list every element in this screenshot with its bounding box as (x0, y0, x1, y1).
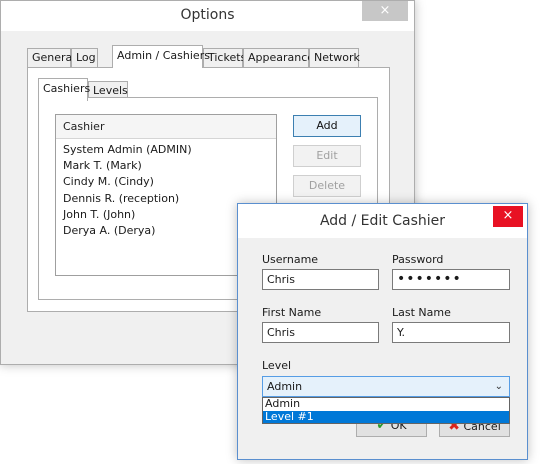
tab-admin-cashiers[interactable]: Admin / Cashiers (112, 45, 210, 68)
level-option-level-1[interactable]: Level #1 (263, 410, 509, 423)
password-field[interactable]: ••••••• (392, 269, 510, 290)
tab-log[interactable]: Log (71, 48, 98, 67)
add-edit-cashier-dialog: Add / Edit Cashier × Username Chris Pass… (237, 203, 528, 460)
first-name-label: First Name (262, 306, 322, 319)
dialog-title: Add / Edit Cashier (319, 213, 446, 229)
username-label: Username (262, 253, 319, 266)
options-close-button[interactable]: × (362, 1, 408, 21)
tab-network[interactable]: Network (309, 48, 360, 67)
edit-button[interactable]: Edit (293, 145, 361, 167)
first-name-field[interactable]: Chris (262, 322, 379, 343)
password-label: Password (392, 253, 444, 266)
username-field[interactable]: Chris (262, 269, 379, 290)
level-option-admin[interactable]: Admin (263, 398, 509, 411)
tab-appearance[interactable]: Appearance (243, 48, 314, 67)
delete-button[interactable]: Delete (293, 175, 361, 197)
level-selected-value: Admin (267, 380, 303, 393)
list-item[interactable]: System Admin (ADMIN) (63, 142, 276, 158)
cashier-column-header[interactable]: Cashier (56, 115, 276, 139)
dialog-titlebar[interactable]: Add / Edit Cashier × (238, 204, 527, 238)
tab-general[interactable]: General (27, 48, 75, 67)
chevron-down-icon[interactable]: ⌄ (495, 377, 503, 396)
level-dropdown-list[interactable]: Admin Level #1 (262, 397, 510, 424)
options-title: Options (180, 7, 235, 23)
add-button[interactable]: Add (293, 115, 361, 137)
options-titlebar[interactable]: Options × (1, 1, 414, 31)
list-item[interactable]: Mark T. (Mark) (63, 158, 276, 174)
subtab-cashiers[interactable]: Cashiers (38, 78, 90, 101)
level-label: Level (262, 359, 292, 372)
last-name-field[interactable]: Y. (392, 322, 510, 343)
last-name-label: Last Name (392, 306, 451, 319)
dialog-close-button[interactable]: × (493, 206, 523, 227)
level-select[interactable]: Admin ⌄ (262, 376, 510, 397)
list-item[interactable]: Cindy M. (Cindy) (63, 174, 276, 190)
